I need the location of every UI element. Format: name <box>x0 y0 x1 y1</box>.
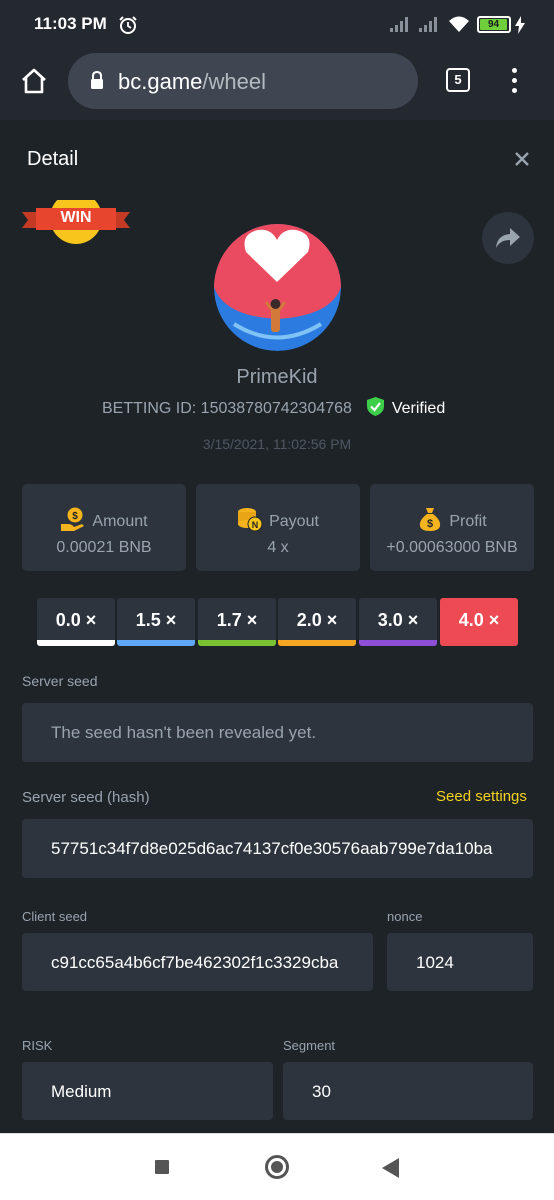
wifi-icon <box>449 16 469 32</box>
android-nav-bar <box>0 1133 554 1200</box>
username: PrimeKid <box>236 366 318 388</box>
svg-text:N: N <box>252 520 259 530</box>
segment-field[interactable]: 30 <box>283 1062 533 1120</box>
multiplier-chip[interactable]: 1.7 × <box>198 598 276 646</box>
battery-icon: 94 <box>477 16 511 33</box>
back-button[interactable] <box>382 1158 400 1178</box>
client-seed-label: Client seed <box>22 909 88 924</box>
bet-timestamp: 3/15/2021, 11:02:56 PM <box>202 436 352 452</box>
stat-value-profit: +0.00063000 BNB <box>386 539 518 556</box>
signal-icon <box>390 17 408 32</box>
stat-card-amount: $ Amount 0.00021 BNB <box>22 484 186 571</box>
multiplier-color-bar <box>198 640 276 646</box>
multiplier-label: 4.0 × <box>458 610 500 630</box>
risk-value: Medium <box>51 1082 112 1101</box>
close-icon[interactable] <box>514 151 530 167</box>
status-time: 11:03 PM <box>34 14 107 33</box>
url-path: /wheel <box>202 69 266 94</box>
stat-label-amount: Amount <box>92 513 148 530</box>
multiplier-label: 1.5 × <box>135 610 177 630</box>
home-icon[interactable] <box>20 67 48 95</box>
betting-id: BETTING ID: 15038780742304768 <box>102 400 352 417</box>
share-icon <box>496 228 520 248</box>
stat-value-payout: 4 x <box>267 539 289 556</box>
segment-value: 30 <box>312 1082 331 1101</box>
share-button[interactable] <box>482 212 534 264</box>
nonce-field[interactable]: 1024 <box>387 933 533 991</box>
win-badge: WIN <box>22 192 130 246</box>
verified-shield-icon <box>367 397 385 416</box>
multiplier-label: 1.7 × <box>216 610 258 630</box>
server-seed-hash-value: 57751c34f7d8e025d6ac74137cf0e30576aab799… <box>51 839 493 858</box>
seed-settings-link[interactable]: Seed settings <box>436 788 527 805</box>
segment-label: Segment <box>283 1038 336 1053</box>
server-seed-field: The seed hasn't been revealed yet. <box>22 703 533 762</box>
win-badge-label: WIN <box>60 209 92 226</box>
risk-label: RISK <box>22 1038 53 1053</box>
more-menu-icon[interactable] <box>505 66 523 96</box>
stat-card-profit: $ Profit +0.00063000 BNB <box>370 484 534 571</box>
recents-button[interactable] <box>155 1160 169 1174</box>
multiplier-chip[interactable]: 3.0 × <box>359 598 437 646</box>
server-seed-hash-field[interactable]: 57751c34f7d8e025d6ac74137cf0e30576aab799… <box>22 819 533 878</box>
multiplier-label: 2.0 × <box>296 610 338 630</box>
signal-icon <box>419 17 437 32</box>
multiplier-row: 0.0 × 1.5 × 1.7 × 2.0 × 3.0 × 4.0 × <box>37 598 519 646</box>
multiplier-chip[interactable]: 2.0 × <box>278 598 356 646</box>
risk-field[interactable]: Medium <box>22 1062 273 1120</box>
svg-text:$: $ <box>427 518 433 530</box>
nonce-value: 1024 <box>416 953 454 972</box>
charging-icon <box>515 16 525 34</box>
tab-switcher-button[interactable]: 5 <box>446 68 470 92</box>
svg-text:$: $ <box>73 511 79 522</box>
alarm-icon <box>119 16 137 34</box>
server-seed-hash-label: Server seed (hash) <box>22 789 150 806</box>
money-hand-icon: $ <box>61 507 85 531</box>
status-bar: 11:03 PM 94 <box>0 0 554 50</box>
multiplier-label: 0.0 × <box>55 610 97 630</box>
stat-value-amount: 0.00021 BNB <box>56 539 152 556</box>
multiplier-color-bar <box>278 640 356 646</box>
client-seed-value: c91cc65a4b6cf7be462302f1c3329cba <box>51 953 339 972</box>
multiplier-label: 3.0 × <box>377 610 419 630</box>
money-bag-icon: $ <box>420 508 441 531</box>
multiplier-chip[interactable]: 0.0 × <box>37 598 115 646</box>
stat-label-profit: Profit <box>449 513 487 530</box>
url-domain: bc.game <box>118 69 203 94</box>
server-seed-label: Server seed <box>22 673 98 689</box>
multiplier-color-bar <box>117 640 195 646</box>
detail-panel: Detail WIN PrimeKid BETTING ID: 15038780 <box>0 120 554 1133</box>
avatar <box>214 224 341 351</box>
betting-id-row: BETTING ID: 15038780742304768 Verified <box>102 396 445 418</box>
stat-label-payout: Payout <box>269 513 319 530</box>
multiplier-color-bar <box>37 640 115 646</box>
lock-icon <box>91 71 103 89</box>
address-bar[interactable]: bc.game/wheel <box>68 53 418 109</box>
home-button[interactable] <box>265 1155 289 1179</box>
stat-card-payout: N Payout 4 x <box>196 484 360 571</box>
verified-label: Verified <box>391 400 446 417</box>
nonce-label: nonce <box>387 909 423 924</box>
multiplier-chip[interactable]: 1.5 × <box>117 598 195 646</box>
multiplier-color-bar <box>359 640 437 646</box>
server-seed-value: The seed hasn't been revealed yet. <box>51 723 317 742</box>
browser-toolbar: bc.game/wheel 5 <box>0 50 554 120</box>
multiplier-chip[interactable]: 4.0 × <box>440 598 518 646</box>
detail-title: Detail <box>27 148 79 170</box>
url-text: bc.game/wheel <box>118 69 266 95</box>
coins-icon: N <box>238 508 263 532</box>
client-seed-field[interactable]: c91cc65a4b6cf7be462302f1c3329cba <box>22 933 373 991</box>
